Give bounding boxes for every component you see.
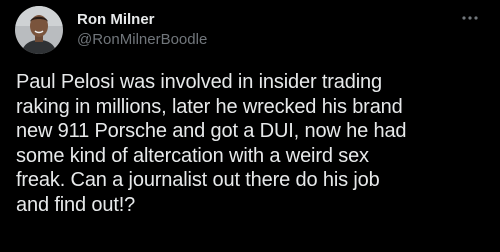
avatar-photo-icon: [15, 6, 63, 54]
tweet-text: Paul Pelosi was involved in insider trad…: [16, 71, 407, 216]
author-avatar[interactable]: [15, 6, 63, 54]
author-handle[interactable]: @RonMilnerBoodle: [77, 31, 207, 48]
more-options-button[interactable]: [456, 8, 484, 28]
more-horizontal-icon: [462, 16, 478, 20]
author-display-name[interactable]: Ron Milner: [77, 11, 155, 28]
tweet-card: Ron Milner @RonMilnerBoodle Paul Pelosi …: [0, 0, 500, 252]
